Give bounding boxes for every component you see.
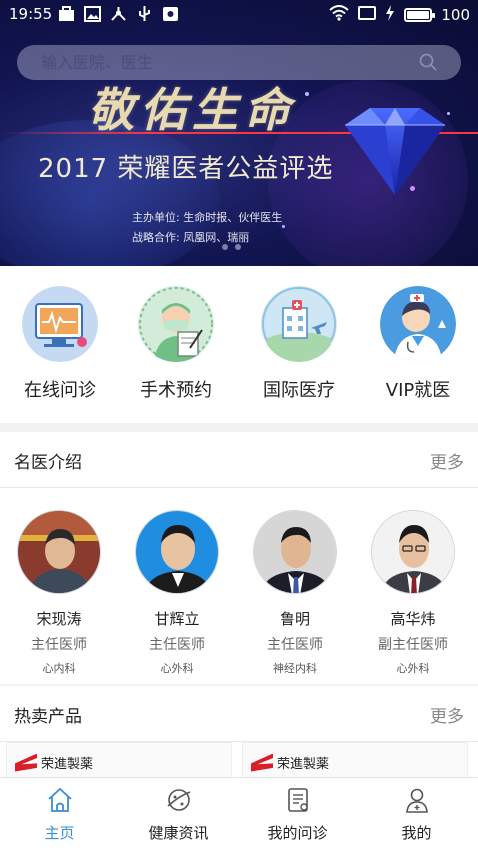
doctor-icon xyxy=(380,286,456,362)
monitor-ecg-icon xyxy=(22,286,98,362)
sim-icon xyxy=(358,5,377,25)
famous-doctors-section: 名医介绍 更多 宋现涛 主任医师 心内科 甘辉立 主任医师 心外科 鲁明 主任医… xyxy=(0,432,478,684)
tab-me[interactable]: 我的 xyxy=(357,786,476,843)
quick-label: 在线问诊 xyxy=(24,380,96,401)
quick-international-medical[interactable]: 国际医疗 xyxy=(239,286,359,402)
status-bar: 19:55 100 xyxy=(0,0,478,30)
sparkle xyxy=(305,92,309,96)
doctor-title: 主任医师 xyxy=(149,637,205,653)
status-time: 19:55 xyxy=(9,5,53,23)
doctor-title: 主任医师 xyxy=(31,637,87,653)
section-header: 名医介绍 更多 xyxy=(0,432,478,488)
tab-label: 我的 xyxy=(401,824,432,842)
briefcase-icon xyxy=(58,6,75,22)
tab-label: 我的问诊 xyxy=(267,824,328,842)
banner-organizer: 主办单位: 生命时报、伙伴医生 xyxy=(132,211,283,224)
brand-name: 荣進製薬 xyxy=(41,757,94,772)
document-icon xyxy=(287,788,308,812)
doctor-title: 主任医师 xyxy=(267,637,323,653)
quick-label: VIP就医 xyxy=(385,380,451,401)
quick-menu: 在线问诊 手术预约 国际医疗 VIP就医 xyxy=(0,266,478,423)
tab-label: 健康资讯 xyxy=(148,824,209,842)
diamond-graphic xyxy=(345,108,445,195)
doctor-card[interactable]: 甘辉立 主任医师 心外科 xyxy=(118,510,236,676)
doctor-dept: 心内科 xyxy=(42,662,76,675)
section-title: 名医介绍 xyxy=(14,453,82,473)
doctor-title: 副主任医师 xyxy=(378,637,448,653)
brand-logo: 荣進製薬 xyxy=(15,753,93,772)
promo-banner[interactable]: 19:55 100 敬佑生命 2017 荣耀医者公益评选 xyxy=(0,0,478,266)
banner-title: 2017 荣耀医者公益评选 xyxy=(38,154,334,184)
battery-level: 100 xyxy=(441,6,470,24)
bottom-tab-bar: 主页 健康资讯 我的问诊 我的 xyxy=(0,777,478,850)
doctor-card[interactable]: 鲁明 主任医师 神经内科 xyxy=(236,510,354,676)
tab-health-news[interactable]: 健康资讯 xyxy=(119,786,238,843)
avatar xyxy=(253,510,337,594)
pager-dot xyxy=(235,244,241,250)
usb-icon xyxy=(136,6,153,22)
doctor-name: 甘辉立 xyxy=(154,610,200,628)
more-link[interactable]: 更多 xyxy=(430,448,464,473)
brand-logo: 荣進製薬 xyxy=(251,753,329,772)
doctor-dept: 神经内科 xyxy=(273,662,317,675)
banner-calligraphy: 敬佑生命 xyxy=(88,83,296,137)
hot-products-section: 热卖产品 更多 荣進製薬 荣進製薬 xyxy=(0,686,478,790)
battery-icon xyxy=(404,8,436,22)
quick-label: 手术预约 xyxy=(140,380,212,401)
network-icon xyxy=(110,6,127,22)
brand-logo-icon xyxy=(251,753,273,772)
doctor-name: 高华炜 xyxy=(390,610,436,628)
doctor-name: 宋现涛 xyxy=(36,610,82,628)
tab-my-consultations[interactable]: 我的问诊 xyxy=(238,786,357,843)
tab-label: 主页 xyxy=(44,824,75,842)
quick-online-consult[interactable]: 在线问诊 xyxy=(0,286,120,402)
planet-icon xyxy=(166,789,190,811)
search-icon[interactable] xyxy=(419,53,437,71)
user-icon xyxy=(405,788,428,813)
more-link[interactable]: 更多 xyxy=(430,702,464,727)
section-header: 热卖产品 更多 xyxy=(0,686,478,742)
notification-icon xyxy=(162,6,179,22)
doctor-dept: 心外科 xyxy=(160,662,194,675)
avatar xyxy=(371,510,455,594)
home-icon xyxy=(47,787,72,812)
surgeon-icon xyxy=(138,286,214,362)
avatar xyxy=(17,510,101,594)
hospital-plane-icon xyxy=(261,286,337,362)
banner-pager xyxy=(222,244,241,250)
section-title: 热卖产品 xyxy=(14,707,82,727)
quick-label: 国际医疗 xyxy=(263,380,335,401)
pager-dot xyxy=(222,244,228,250)
quick-surgery-booking[interactable]: 手术预约 xyxy=(116,286,236,402)
doctor-name: 鲁明 xyxy=(279,610,310,628)
brand-name: 荣進製薬 xyxy=(277,757,330,772)
wifi-icon xyxy=(329,5,350,25)
doctor-card[interactable]: 高华炜 副主任医师 心外科 xyxy=(354,510,472,676)
image-icon xyxy=(84,6,101,22)
tab-home[interactable]: 主页 xyxy=(0,786,119,843)
banner-partner: 战略合作: 凤凰网、瑞丽 xyxy=(132,231,250,244)
charging-icon xyxy=(385,5,395,25)
avatar xyxy=(135,510,219,594)
sparkle xyxy=(282,225,285,228)
doctor-dept: 心外科 xyxy=(396,662,430,675)
doctor-card[interactable]: 宋现涛 主任医师 心内科 xyxy=(0,510,118,676)
quick-vip-care[interactable]: VIP就医 xyxy=(358,286,478,402)
brand-logo-icon xyxy=(15,753,37,772)
